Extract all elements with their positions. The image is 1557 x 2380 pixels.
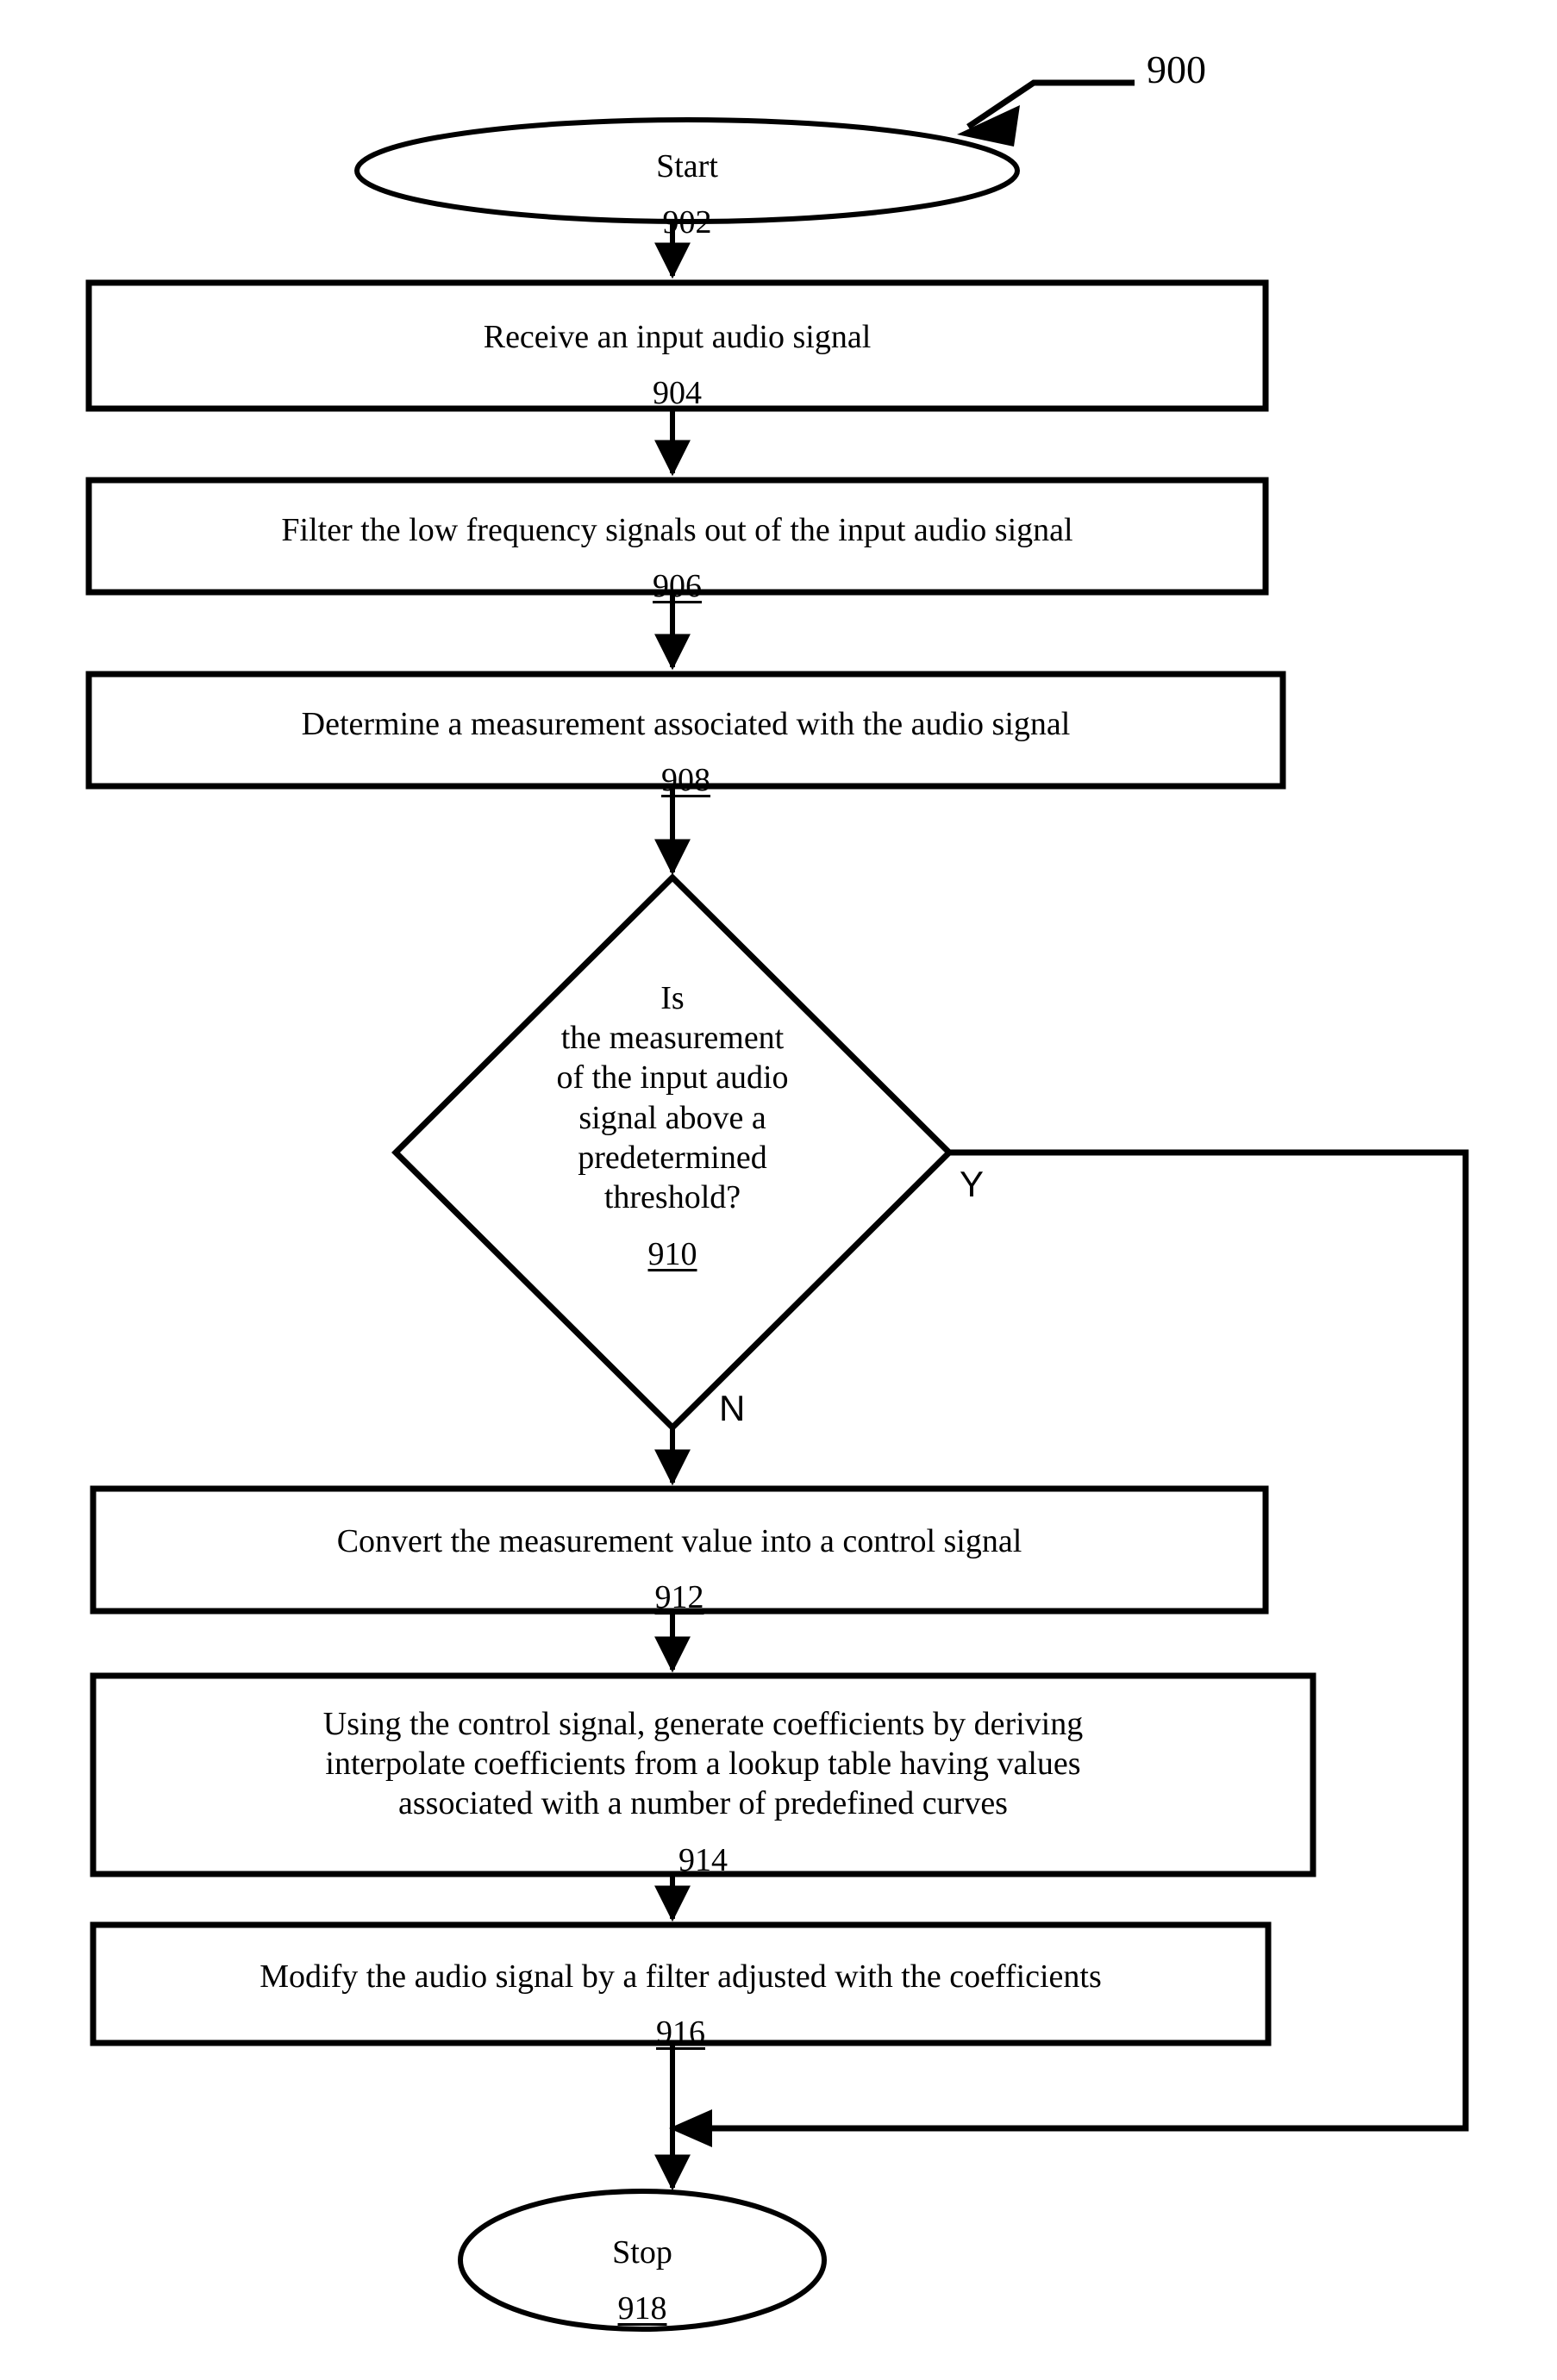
node-start-902 — [354, 117, 1020, 224]
node-stop-918 — [458, 2189, 827, 2332]
node-process-908 — [85, 671, 1286, 790]
node-process-916 — [90, 1921, 1272, 2046]
figure-number: 900 — [1147, 47, 1206, 91]
patent-figure-page: 900 Start 902 Receive an input audio sig… — [0, 0, 1557, 2380]
node-process-914 — [90, 1672, 1316, 1877]
node-process-912 — [90, 1485, 1269, 1615]
figure-leader-arrow — [957, 79, 1135, 147]
node-process-906 — [85, 477, 1269, 596]
branch-label-no: N — [719, 1388, 746, 1428]
branch-label-yes: Y — [960, 1164, 985, 1204]
node-decision-910 — [391, 873, 954, 1432]
node-process-904 — [85, 279, 1269, 412]
flowchart-canvas — [85, 79, 1469, 2332]
